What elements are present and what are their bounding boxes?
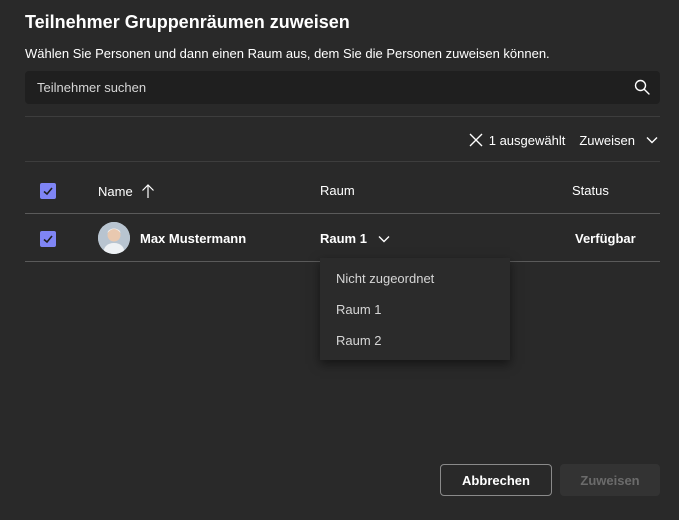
assign-dropdown-button[interactable]: Zuweisen <box>579 133 659 148</box>
chevron-down-icon <box>646 137 658 144</box>
column-header-room[interactable]: Raum <box>320 183 355 198</box>
search-icon[interactable] <box>634 79 650 95</box>
avatar <box>98 222 130 254</box>
dialog-title: Teilnehmer Gruppenräumen zuweisen <box>25 12 350 32</box>
participant-status: Verfügbar <box>575 231 636 246</box>
checkmark-icon <box>43 187 53 196</box>
person-photo-icon <box>98 222 130 254</box>
room-option-raum-2[interactable]: Raum 2 <box>336 333 382 348</box>
column-header-name[interactable]: Name <box>98 183 155 199</box>
participant-name: Max Mustermann <box>140 231 247 246</box>
clear-selection-button[interactable]: 1 ausgewählt <box>469 132 566 148</box>
selected-count-label: 1 ausgewählt <box>488 132 566 148</box>
selection-toolbar: 1 ausgewählt Zuweisen <box>469 130 659 150</box>
close-icon <box>469 133 483 147</box>
column-header-name-label: Name <box>98 183 133 199</box>
room-option-unassigned[interactable]: Nicht zugeordnet <box>336 271 434 286</box>
row-checkbox[interactable] <box>40 231 56 247</box>
checkmark-icon <box>43 235 53 244</box>
column-header-status[interactable]: Status <box>572 183 609 198</box>
assign-button[interactable]: Zuweisen <box>560 464 660 496</box>
divider-top <box>25 116 660 117</box>
room-select-value: Raum 1 <box>320 231 367 246</box>
room-select[interactable]: Raum 1 <box>320 231 391 246</box>
table-header-divider <box>25 213 660 214</box>
search-input[interactable] <box>25 71 637 104</box>
divider-header <box>25 161 660 162</box>
dialog-subtitle: Wählen Sie Personen und dann einen Raum … <box>25 46 550 61</box>
cancel-button[interactable]: Abbrechen <box>440 464 552 496</box>
chevron-down-icon <box>378 235 390 242</box>
room-option-raum-1[interactable]: Raum 1 <box>336 302 382 317</box>
search-box <box>25 71 660 104</box>
sort-ascending-icon <box>141 184 154 198</box>
room-dropdown-menu: Nicht zugeordnet Raum 1 Raum 2 <box>320 258 510 360</box>
assign-dropdown-label: Zuweisen <box>579 132 635 148</box>
select-all-checkbox[interactable] <box>40 183 56 199</box>
